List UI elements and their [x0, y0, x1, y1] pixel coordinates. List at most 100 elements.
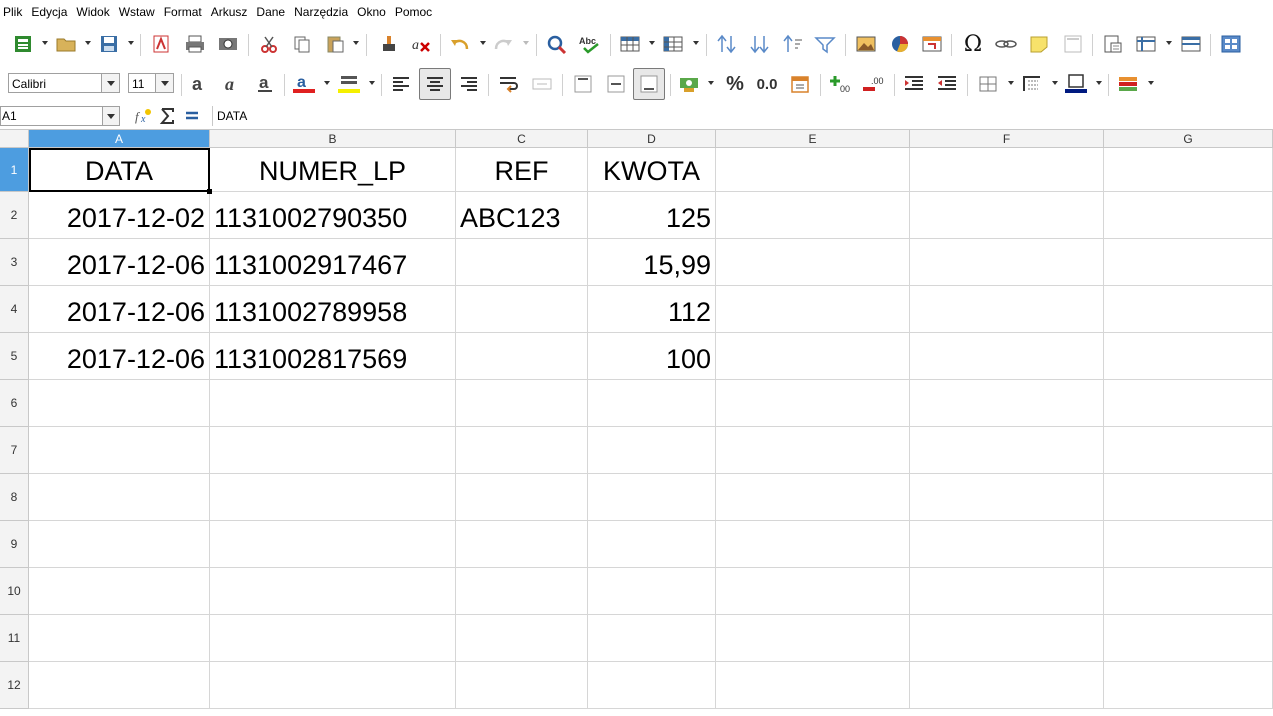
menu-view[interactable]: Widok	[73, 5, 115, 19]
cell-d12[interactable]	[588, 662, 716, 709]
function-wizard-icon[interactable]: fx	[133, 107, 153, 125]
menu-data[interactable]: Dane	[253, 5, 291, 19]
cell-f2[interactable]	[910, 192, 1104, 239]
headers-footers-icon[interactable]	[1060, 32, 1086, 56]
menu-help[interactable]: Pomoc	[392, 5, 438, 19]
undo-dropdown-arrow[interactable]	[480, 41, 486, 45]
cell-f5[interactable]	[910, 333, 1104, 380]
cell-c10[interactable]	[456, 568, 588, 615]
cell-e8[interactable]	[716, 474, 910, 521]
cell-b8[interactable]	[210, 474, 456, 521]
cell-g10[interactable]	[1104, 568, 1273, 615]
name-box[interactable]: A1	[0, 106, 120, 126]
cell-c9[interactable]	[456, 521, 588, 568]
cell-f8[interactable]	[910, 474, 1104, 521]
cell-a1[interactable]: DATA	[29, 148, 210, 192]
insert-chart-icon[interactable]	[887, 32, 913, 56]
insert-image-icon[interactable]	[853, 32, 879, 56]
increase-indent-icon[interactable]	[901, 72, 927, 96]
font-size-dropdown-arrow[interactable]	[155, 74, 173, 92]
cell-g11[interactable]	[1104, 615, 1273, 662]
show-draw-functions-icon[interactable]	[1218, 32, 1244, 56]
cell-d10[interactable]	[588, 568, 716, 615]
border-color-icon[interactable]	[1063, 72, 1089, 96]
row-header-6[interactable]: 6	[0, 380, 29, 427]
column-header-d[interactable]: D	[588, 130, 716, 148]
cell-d1[interactable]: KWOTA	[588, 148, 716, 192]
cell-c3[interactable]	[456, 239, 588, 286]
menu-format[interactable]: Format	[161, 5, 208, 19]
row-header-1[interactable]: 1	[0, 148, 29, 192]
cell-b2[interactable]: 1131002790350	[210, 192, 456, 239]
borders-icon[interactable]	[975, 72, 1001, 96]
cell-f10[interactable]	[910, 568, 1104, 615]
cell-g9[interactable]	[1104, 521, 1273, 568]
align-center-icon[interactable]	[419, 68, 451, 100]
autofilter-icon[interactable]	[812, 32, 838, 56]
cell-a4[interactable]: 2017-12-06	[29, 286, 210, 333]
cell-f3[interactable]	[910, 239, 1104, 286]
cell-d9[interactable]	[588, 521, 716, 568]
font-color-icon[interactable]: a	[291, 72, 317, 96]
sum-icon[interactable]	[158, 107, 178, 125]
name-box-dropdown-arrow[interactable]	[102, 107, 119, 125]
cell-g3[interactable]	[1104, 239, 1273, 286]
cell-a8[interactable]	[29, 474, 210, 521]
cell-e12[interactable]	[716, 662, 910, 709]
clear-formatting-icon[interactable]: a	[408, 32, 434, 56]
border-style-dropdown-arrow[interactable]	[1052, 81, 1058, 85]
undo-icon[interactable]	[447, 32, 473, 56]
cell-g5[interactable]	[1104, 333, 1273, 380]
new-document-icon[interactable]	[10, 32, 36, 56]
column-header-c[interactable]: C	[456, 130, 588, 148]
cell-d5[interactable]: 100	[588, 333, 716, 380]
font-name-dropdown-arrow[interactable]	[101, 74, 119, 92]
formula-input[interactable]: DATA	[212, 106, 1273, 126]
merge-center-icon[interactable]	[529, 72, 555, 96]
cell-c5[interactable]	[456, 333, 588, 380]
row-header-10[interactable]: 10	[0, 568, 29, 615]
bold-icon[interactable]: a	[186, 72, 212, 96]
center-vertically-icon[interactable]	[603, 72, 629, 96]
cell-e1[interactable]	[716, 148, 910, 192]
row-header-9[interactable]: 9	[0, 521, 29, 568]
column-header-a[interactable]: A	[29, 130, 210, 148]
cell-g4[interactable]	[1104, 286, 1273, 333]
column-header-b[interactable]: B	[210, 130, 456, 148]
cell-g12[interactable]	[1104, 662, 1273, 709]
paste-icon[interactable]	[322, 32, 348, 56]
currency-dropdown-arrow[interactable]	[708, 81, 714, 85]
cell-b12[interactable]	[210, 662, 456, 709]
underline-icon[interactable]: a	[252, 72, 278, 96]
cell-c12[interactable]	[456, 662, 588, 709]
align-right-icon[interactable]	[456, 72, 482, 96]
cell-b10[interactable]	[210, 568, 456, 615]
cell-f7[interactable]	[910, 427, 1104, 474]
cell-b11[interactable]	[210, 615, 456, 662]
cell-g2[interactable]	[1104, 192, 1273, 239]
column-header-e[interactable]: E	[716, 130, 910, 148]
cell-e9[interactable]	[716, 521, 910, 568]
cell-e11[interactable]	[716, 615, 910, 662]
cell-a12[interactable]	[29, 662, 210, 709]
cell-f12[interactable]	[910, 662, 1104, 709]
open-folder-icon[interactable]	[53, 32, 79, 56]
date-format-icon[interactable]	[787, 72, 813, 96]
menu-file[interactable]: Plik	[0, 5, 28, 19]
split-window-icon[interactable]	[1178, 32, 1204, 56]
cell-e2[interactable]	[716, 192, 910, 239]
spelling-icon[interactable]: Abc	[577, 32, 603, 56]
save-dropdown-arrow[interactable]	[128, 41, 134, 45]
print-preview-icon[interactable]	[215, 32, 241, 56]
define-print-area-icon[interactable]	[1100, 32, 1126, 56]
hyperlink-icon[interactable]	[993, 32, 1019, 56]
cell-f6[interactable]	[910, 380, 1104, 427]
add-decimal-place-icon[interactable]: 00	[828, 72, 854, 96]
cell-g6[interactable]	[1104, 380, 1273, 427]
cell-a3[interactable]: 2017-12-06	[29, 239, 210, 286]
cell-c1[interactable]: REF	[456, 148, 588, 192]
cell-a2[interactable]: 2017-12-02	[29, 192, 210, 239]
row-header-7[interactable]: 7	[0, 427, 29, 474]
freeze-dropdown-arrow[interactable]	[1166, 41, 1172, 45]
cell-g1[interactable]	[1104, 148, 1273, 192]
